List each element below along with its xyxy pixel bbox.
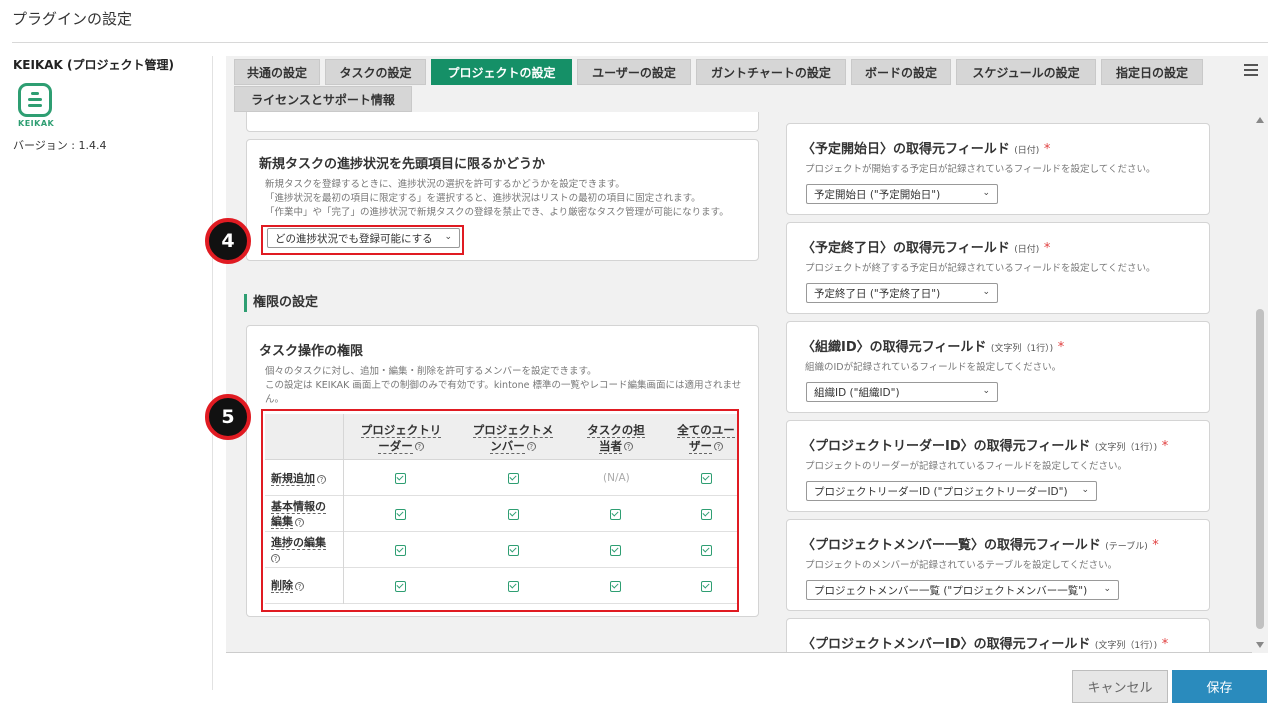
field-desc: プロジェクトが終了する予定日が記録されているフィールドを設定してください。 [805, 263, 1156, 274]
leader-id-select[interactable]: プロジェクトリーダーID ("プロジェクトリーダーID") ⌄ [806, 481, 1097, 501]
callout-badge-5: 5 [205, 394, 251, 440]
tab-user[interactable]: ユーザーの設定 [577, 59, 691, 85]
field-card-member-list: 〈プロジェクトメンバー一覧〉の取得元フィールド (テーブル) * プロジェクトの… [786, 519, 1210, 611]
tab-specified-date[interactable]: 指定日の設定 [1101, 59, 1203, 85]
plugin-info: KEIKAK (プロジェクト管理) KEIKAK バージョン : 1.4.4 [13, 56, 208, 153]
callout-box-4 [261, 225, 464, 255]
tab-task[interactable]: タスクの設定 [325, 59, 426, 85]
callout-box-5 [261, 409, 739, 612]
previous-setting-card [246, 112, 759, 132]
field-desc: プロジェクトが開始する予定日が記録されているフィールドを設定してください。 [805, 164, 1156, 175]
field-card-member-id: 〈プロジェクトメンバーID〉の取得元フィールド (文字列（1行）) * [786, 618, 1210, 652]
new-task-status-desc-2: 「進捗状況を最初の項目に限定する」を選択すると、進捗状況はリストの最初の項目に固… [265, 193, 701, 204]
field-card-start-date: 〈予定開始日〉の取得元フィールド (日付) * プロジェクトが開始する予定日が記… [786, 123, 1210, 215]
tab-license[interactable]: ライセンスとサポート情報 [234, 86, 412, 112]
field-desc: プロジェクトのメンバーが記録されているテーブルを設定してください。 [805, 560, 1118, 571]
field-title: 〈プロジェクトメンバーID〉の取得元フィールド [802, 637, 1091, 652]
new-task-status-desc-1: 新規タスクを登録するときに、進捗状況の選択を許可するかどうかを設定できます。 [265, 179, 625, 190]
tab-schedule[interactable]: スケジュールの設定 [956, 59, 1096, 85]
end-date-select[interactable]: 予定終了日 ("予定終了日") ⌄ [806, 283, 998, 303]
field-desc: プロジェクトのリーダーが記録されているフィールドを設定してください。 [805, 461, 1127, 472]
vertical-divider [212, 56, 213, 690]
scroll-down-arrow-icon[interactable] [1256, 642, 1264, 648]
keikak-logo: KEIKAK [18, 83, 62, 133]
app-name: KEIKAK (プロジェクト管理) [13, 58, 174, 72]
task-permission-title: タスク操作の権限 [259, 344, 364, 359]
page-title: プラグインの設定 [12, 10, 133, 28]
chevron-down-icon: ⌄ [982, 188, 990, 198]
field-title: 〈予定終了日〉の取得元フィールド [802, 241, 1010, 256]
tab-project[interactable]: プロジェクトの設定 [431, 59, 572, 85]
tab-gantt[interactable]: ガントチャートの設定 [696, 59, 846, 85]
cancel-button[interactable]: キャンセル [1072, 670, 1168, 703]
hamburger-menu-icon[interactable] [1244, 64, 1258, 76]
org-id-select[interactable]: 組織ID ("組織ID") ⌄ [806, 382, 998, 402]
new-task-status-desc-3: 「作業中」や「完了」の進捗状況で新規タスクの登録を禁止でき、より厳密なタスク管理… [265, 207, 729, 218]
task-permission-desc-3: ん。 [265, 394, 285, 405]
chevron-down-icon: ⌄ [1081, 485, 1089, 495]
chevron-down-icon: ⌄ [982, 287, 990, 297]
logo-wordmark: KEIKAK [18, 119, 55, 128]
tab-bar: 共通の設定 タスクの設定 プロジェクトの設定 ユーザーの設定 ガントチャートの設… [226, 56, 1268, 112]
callout-badge-4: 4 [205, 218, 251, 264]
field-card-org-id: 〈組織ID〉の取得元フィールド (文字列（1行）) * 組織のIDが記録されてい… [786, 321, 1210, 413]
tab-common[interactable]: 共通の設定 [234, 59, 320, 85]
chevron-down-icon: ⌄ [1103, 584, 1111, 594]
tab-board[interactable]: ボードの設定 [851, 59, 951, 85]
field-title: 〈プロジェクトメンバー一覧〉の取得元フィールド [802, 538, 1101, 553]
title-divider [12, 42, 1268, 43]
field-title: 〈組織ID〉の取得元フィールド [802, 340, 987, 355]
version-label: バージョン : 1.4.4 [13, 139, 107, 152]
permission-section-heading: 権限の設定 [244, 294, 318, 312]
field-title: 〈予定開始日〉の取得元フィールド [802, 142, 1010, 157]
field-card-leader-id: 〈プロジェクトリーダーID〉の取得元フィールド (文字列（1行）) * プロジェ… [786, 420, 1210, 512]
field-card-end-date: 〈予定終了日〉の取得元フィールド (日付) * プロジェクトが終了する予定日が記… [786, 222, 1210, 314]
start-date-select[interactable]: 予定開始日 ("予定開始日") ⌄ [806, 184, 998, 204]
save-button[interactable]: 保存 [1172, 670, 1267, 703]
logo-icon [18, 83, 52, 117]
scroll-up-arrow-icon[interactable] [1256, 117, 1264, 123]
field-desc: 組織のIDが記録されているフィールドを設定してください。 [805, 362, 1062, 373]
scroll-thumb[interactable] [1256, 309, 1264, 629]
new-task-status-title: 新規タスクの進捗状況を先頭項目に限るかどうか [259, 157, 546, 172]
field-title: 〈プロジェクトリーダーID〉の取得元フィールド [802, 439, 1091, 454]
chevron-down-icon: ⌄ [982, 386, 990, 396]
task-permission-desc-2: この設定は KEIKAK 画面上での制御のみで有効です。kintone 標準の一… [265, 380, 742, 391]
vertical-scrollbar[interactable] [1252, 112, 1268, 653]
member-list-select[interactable]: プロジェクトメンバー一覧 ("プロジェクトメンバー一覧") ⌄ [806, 580, 1119, 600]
task-permission-desc-1: 個々のタスクに対し、追加・編集・削除を許可するメンバーを設定できます。 [265, 366, 597, 377]
